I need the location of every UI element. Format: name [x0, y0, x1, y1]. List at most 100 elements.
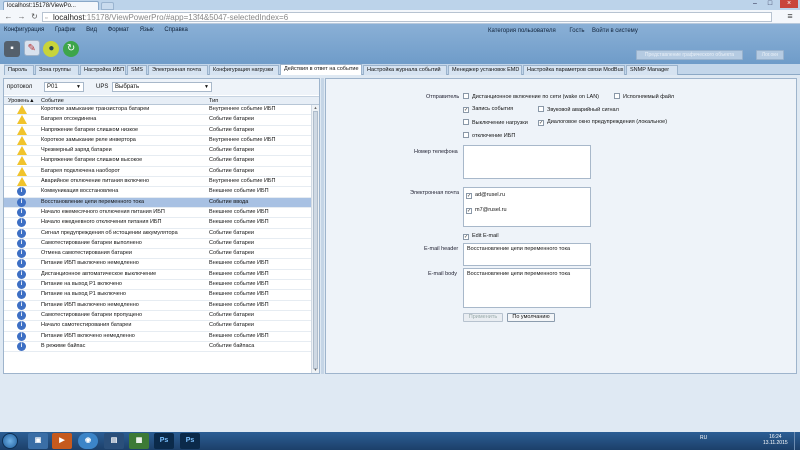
protocol-value: P01 [47, 84, 58, 90]
taskbar-media-icon[interactable]: ▶ [52, 433, 72, 449]
table-row[interactable]: i Отмена самотестирования батареи Событие … [4, 249, 311, 260]
ups-select[interactable]: Выбрать ▼ [112, 82, 212, 92]
table-row[interactable]: i Дистанционное автоматическое выключение… [4, 269, 311, 281]
settings-tools-icon[interactable]: ✎ [23, 40, 40, 56]
monitor-icon[interactable]: ▪ [4, 41, 20, 57]
table-row[interactable]: Напряжение батареи слишком высокое Событи… [4, 156, 311, 167]
table-row[interactable]: Напряжение батареи слишком низкое Событие… [4, 125, 311, 136]
tab-group-zone[interactable]: Зона группы [35, 65, 79, 75]
tab-load-config[interactable]: Конфигурация нагрузки [209, 65, 279, 75]
table-row[interactable]: Короткое замыкание реле инвертора Внутрен… [4, 135, 311, 147]
tab-password[interactable]: Пароль [4, 65, 34, 75]
type-cell: Событие батареи [209, 229, 254, 236]
menu-configuration[interactable]: Конфигурация [4, 27, 44, 33]
taskbar-chrome-icon[interactable]: ◉ [78, 433, 98, 449]
browser-tab[interactable]: localhost:15178/ViewPo... [3, 1, 99, 10]
url-input[interactable]: ▫ localhost:15178/ViewPowerPro/#app=13f4&… [42, 12, 772, 22]
taskbar-photoshop-icon-2[interactable]: Ps [180, 433, 200, 449]
dialog-warning-checkbox[interactable]: ✓ Диалоговое окно предупреждения (локальн… [538, 119, 667, 126]
table-row[interactable]: i Сигнал предупреждения об истощении акку… [4, 228, 311, 239]
exec-file-checkbox[interactable]: Исполняемый файл [614, 93, 674, 101]
tab-emd-manager[interactable]: Менеджер установок EMD [448, 65, 522, 75]
table-row[interactable]: i В режиме байпас Событие байпаса [4, 341, 311, 353]
log-event-checkbox[interactable]: ✓ Запись события [463, 106, 513, 113]
email-item-1[interactable]: ✓ ad@rusel.ru [466, 192, 505, 199]
table-row[interactable]: i Начало самотестирования батареи Событие … [4, 321, 311, 332]
table-row[interactable]: Аварийное отключение питания включено Вну… [4, 177, 311, 188]
tab-email[interactable]: Электронная почта [148, 65, 208, 75]
tab-sms[interactable]: SMS [127, 65, 147, 75]
browser-menu-icon[interactable]: ≡ [784, 12, 796, 22]
tab-event-actions[interactable]: Действия в ответ на событие [280, 64, 362, 75]
table-row[interactable]: i Питание на выход P1 включено Внешнее соб… [4, 280, 311, 291]
table-row[interactable]: i Восстановление цепи переменного тока Соб… [4, 197, 311, 208]
menu-help[interactable]: Справка [164, 27, 188, 33]
show-desktop-button[interactable] [794, 432, 800, 450]
protocol-select[interactable]: P01 ▼ [44, 82, 84, 92]
tab-snmp-manager[interactable]: SNMP Manager [626, 65, 678, 75]
toolbar: ▪ ✎ ● ↻ [4, 37, 81, 63]
start-button[interactable] [2, 433, 18, 449]
maximize-icon[interactable]: □ [763, 0, 777, 8]
tab-ups-settings[interactable]: Настройка ИБП [80, 65, 126, 75]
taskbar-explorer-icon[interactable]: ▣ [28, 433, 48, 449]
close-icon[interactable]: × [780, 0, 798, 8]
clock[interactable]: 16:24 13.11.2015 [763, 434, 788, 446]
col-event-header[interactable]: Событие [41, 97, 64, 105]
new-tab-button[interactable] [101, 2, 114, 10]
col-level-header[interactable]: Уровень▲ [8, 97, 35, 105]
col-type-header[interactable]: Тип [209, 97, 218, 105]
table-row[interactable]: Чрезмерный заряд батареи Событие батареи [4, 146, 311, 157]
reload-icon[interactable]: ↻ [29, 12, 40, 22]
table-row[interactable]: i Коммуникация восстановлена Внешнее событ… [4, 187, 311, 198]
minimize-icon[interactable]: – [748, 0, 762, 8]
event-cell: Питание ИБП выключено немедленно [41, 301, 139, 308]
email-list[interactable]: ✓ ad@rusel.ru ✓ m7@rusel.ru [463, 187, 591, 227]
language-indicator[interactable]: RU [700, 435, 707, 441]
table-row[interactable]: i Начало ежемесячного отключения питания … [4, 207, 311, 219]
table-row[interactable]: Батарея отсоединена Событие батареи [4, 115, 311, 126]
scroll-thumb[interactable] [313, 111, 318, 369]
apply-button[interactable]: Применить [463, 313, 503, 322]
email-header-input[interactable]: Восстановление цепи переменного тока [463, 243, 591, 266]
ups-off-checkbox[interactable]: отключение ИБП [463, 132, 515, 140]
taskbar-app-icon[interactable]: ▤ [104, 433, 124, 449]
back-icon[interactable]: ← [3, 12, 14, 22]
vertical-scrollbar[interactable]: ▲ ▼ [311, 105, 319, 373]
table-row[interactable]: i Самотестирование батареи пропущено Событ… [4, 310, 311, 322]
table-row[interactable]: i Питание ИБП выключено немедленно Внешнее… [4, 259, 311, 270]
sound-alarm-checkbox[interactable]: Звуковой аварийный сигнал [538, 106, 619, 114]
edit-email-checkbox[interactable]: ✓ Edit E-mail [463, 233, 499, 240]
load-off-checkbox[interactable]: Выключение нагрузки [463, 119, 528, 127]
login-link[interactable]: Войти в систему [592, 28, 638, 34]
menu-language[interactable]: Язык [140, 27, 154, 33]
email-body-input[interactable]: Восстановление цепи переменного тока [463, 268, 591, 308]
graphic-view-button[interactable]: Представление графического объекта [636, 50, 743, 60]
default-button[interactable]: По умолчанию [507, 313, 555, 322]
event-cell: Коммуникация восстановлена [41, 188, 119, 195]
menu-format[interactable]: Формат [108, 27, 129, 33]
tab-event-log-settings[interactable]: Настройка журнала событий [363, 65, 447, 75]
panel-splitter[interactable] [321, 78, 324, 374]
table-row[interactable]: Батарея подключена наоборот Событие батар… [4, 166, 311, 178]
status-icon[interactable]: ● [43, 41, 60, 57]
forward-icon[interactable]: → [16, 12, 27, 22]
table-row[interactable]: Короткое замыкание транзистора батареи Вн… [4, 105, 311, 116]
table-row[interactable]: i Самотестирование батареи выполнено Событ… [4, 238, 311, 250]
email-item-2[interactable]: ✓ m7@rusel.ru [466, 207, 507, 214]
table-row[interactable]: i Начало ежедневного отключения питания И… [4, 218, 311, 229]
scroll-down-icon[interactable]: ▼ [312, 367, 319, 373]
phone-list[interactable] [463, 145, 591, 179]
taskbar-terminal-icon[interactable]: ▦ [129, 433, 149, 449]
taskbar-photoshop-icon[interactable]: Ps [154, 433, 174, 449]
remote-on-checkbox[interactable]: Дистанционное включение по сети (wake on… [463, 93, 599, 101]
table-row[interactable]: i Питание ИБП включено немедленно Внешнее … [4, 331, 311, 342]
table-row[interactable]: i Питание ИБП выключено немедленно Внешнее… [4, 300, 311, 311]
refresh-icon[interactable]: ↻ [63, 41, 80, 57]
tab-modbus[interactable]: Настройка параметров связи ModBus [523, 65, 625, 75]
type-cell: Внешнее событие ИБП [209, 270, 269, 277]
menu-view[interactable]: Вид [86, 27, 97, 33]
log-window-button[interactable]: Лог.окн [756, 50, 784, 60]
table-row[interactable]: i Питание на выход P1 выключено Внешнее со… [4, 290, 311, 301]
menu-chart[interactable]: График [55, 27, 76, 33]
